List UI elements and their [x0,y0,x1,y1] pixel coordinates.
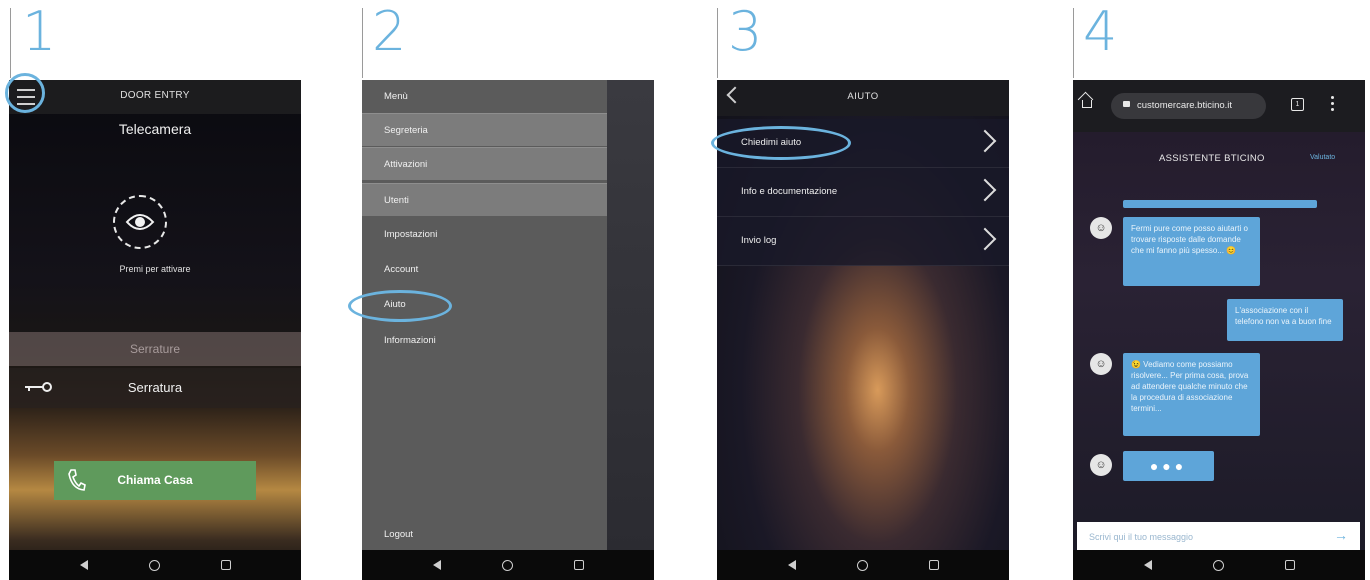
call-home-label: Chiama Casa [117,473,193,487]
phone-screen-door-entry: DOOR ENTRY Telecamera Premi per attivare… [9,80,301,580]
lock-row[interactable]: Serratura [9,368,301,408]
lock-label: Serratura [127,380,183,395]
camera-title: Telecamera [118,121,192,137]
drawer-item-account[interactable]: Account [362,253,607,286]
send-arrow-icon[interactable]: → [1334,528,1348,542]
header-title: AIUTO [847,91,879,102]
android-nav-bar [1073,550,1365,580]
user-message: L'associazione con il telefono non va a … [1227,299,1343,341]
drawer-item-impostazioni[interactable]: Impostazioni [362,218,607,251]
logout-button[interactable]: Logout [362,518,607,551]
nav-home-button[interactable] [1212,558,1226,572]
highlight-circle-chiedimi-aiuto [711,126,851,160]
android-nav-bar [9,550,301,580]
help-row-info-documentazione[interactable]: Info e documentazione [717,168,1009,217]
help-row-label: Invio log [741,235,777,246]
chevron-right-icon [973,178,997,202]
home-icon[interactable] [1082,100,1092,108]
drawer-title: Menù [384,91,408,102]
url-bar[interactable]: customercare.bticino.it [1111,93,1266,119]
chevron-right-icon [973,227,997,251]
tab-switcher-icon[interactable]: 1 [1291,98,1304,111]
eye-icon [125,214,155,230]
nav-home-button[interactable] [501,558,515,572]
nav-recents-button[interactable] [219,558,233,572]
nav-back-button[interactable] [1141,558,1155,572]
nav-recents-button[interactable] [927,558,941,572]
nav-home-button[interactable] [148,558,162,572]
lock-icon [1123,101,1130,107]
bot-avatar-icon: ☺ [1090,454,1112,476]
activate-camera-button[interactable] [113,195,167,249]
nav-recents-button[interactable] [1283,558,1297,572]
step-separator [362,8,363,78]
app-header: AIUTO [717,80,1009,116]
highlight-circle-menu [5,73,45,113]
app-header: DOOR ENTRY [9,80,301,114]
chat-rating-link[interactable]: Valutato [1310,154,1335,161]
chat-bubble-top-edge [1123,200,1317,208]
bot-message: 😉 Vediamo come possiamo risolvere... Per… [1123,353,1260,436]
bot-avatar-icon: ☺ [1090,217,1112,239]
bot-avatar-icon: ☺ [1090,353,1112,375]
nav-back-button[interactable] [430,558,444,572]
chat-input-bar: → [1077,522,1360,552]
drawer-item-utenti[interactable]: Utenti [362,183,607,216]
background-app-edge [607,80,654,550]
android-nav-bar [717,550,1009,580]
url-text: customercare.bticino.it [1137,100,1233,111]
chat-message-input[interactable] [1077,522,1331,552]
nav-back-button[interactable] [785,558,799,572]
android-nav-bar [362,550,654,580]
step-number: 2 [372,0,407,63]
step-separator [717,8,718,78]
call-home-button[interactable]: Chiama Casa [54,461,256,500]
step-separator [1073,8,1074,78]
drawer-item-attivazioni[interactable]: Attivazioni [362,147,607,180]
step-number: 1 [22,0,57,63]
help-row-invio-log[interactable]: Invio log [717,217,1009,266]
activate-hint: Premi per attivare [119,264,191,274]
locks-section-header: Serrature [9,332,301,366]
chat-title: ASSISTENTE BTICINO [1159,153,1265,164]
drawer-item-segreteria[interactable]: Segreteria [362,113,607,146]
nav-home-button[interactable] [856,558,870,572]
phone-screen-chat: customercare.bticino.it 1 ASSISTENTE BTI… [1073,80,1365,580]
header-title: DOOR ENTRY [120,90,190,101]
step-number: 3 [728,0,763,63]
highlight-circle-aiuto [348,290,452,322]
phone-screen-menu: Menù Segreteria Attivazioni Utenti Impos… [362,80,654,580]
step-separator [10,8,11,78]
drawer-item-informazioni[interactable]: Informazioni [362,324,607,357]
nav-back-button[interactable] [77,558,91,572]
overflow-menu-icon[interactable] [1331,96,1334,111]
nav-recents-button[interactable] [572,558,586,572]
help-row-label: Info e documentazione [741,186,838,197]
step-number: 4 [1083,0,1118,63]
typing-indicator: ●●● [1123,451,1214,481]
chevron-right-icon [973,129,997,153]
browser-bar: customercare.bticino.it 1 [1073,80,1365,132]
bot-message: Fermi pure come posso aiutarti o trovare… [1123,217,1260,286]
